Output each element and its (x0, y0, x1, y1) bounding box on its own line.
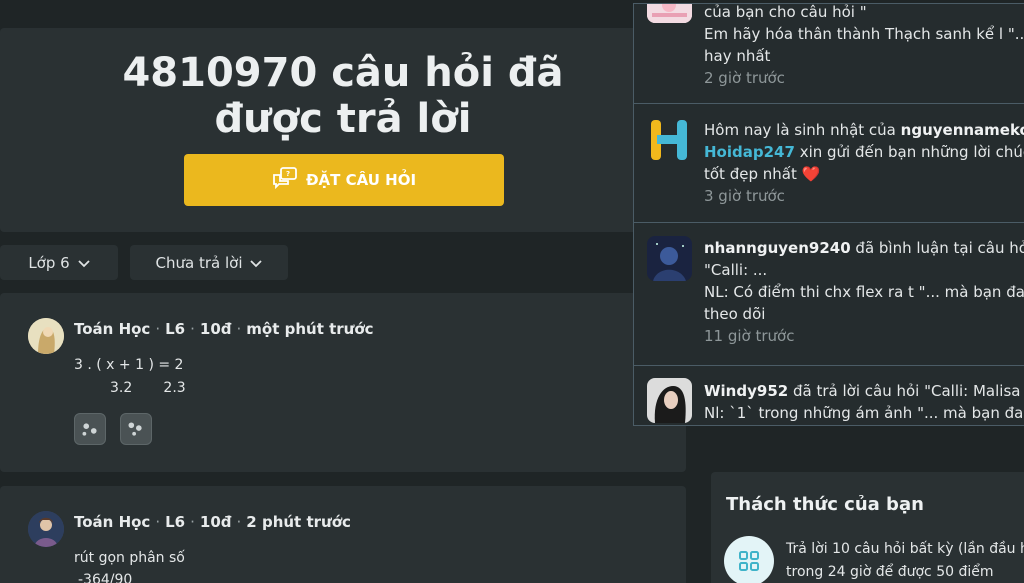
notification-item[interactable]: của bạn cho câu hỏi " Em hãy hóa thân th… (634, 3, 1024, 104)
question-text-line-2[interactable]: -364/90 (78, 572, 132, 583)
answered-count-heading: 4810970 câu hỏi đã được trả lời (0, 50, 686, 142)
notification-text: Hôm nay là sinh nhật của nguyennameko, H… (704, 119, 1024, 207)
challenge-widget: Thách thức của bạn Trả lời 10 câu hỏi bấ… (711, 472, 1024, 583)
notification-time: 11 giờ trước (704, 327, 795, 345)
question-meta: Toán Học · L6 · 10đ · một phút trước (74, 320, 374, 338)
grade-filter-label: Lớp 6 (28, 253, 70, 272)
challenge-description: Trả lời 10 câu hỏi bất kỳ (lần đầu h tro… (786, 538, 1024, 583)
brand-link[interactable]: Hoidap247 (704, 143, 795, 161)
separator-dot: · (236, 513, 242, 531)
notification-text: Windy952 đã trả lời câu hỏi "Calli: Mali… (704, 380, 1024, 424)
notification-line: Em hãy hóa thân thành Thạch sanh kể l ".… (704, 25, 1024, 43)
challenge-title: Thách thức của bạn (726, 494, 924, 515)
notification-line: "Calli: ... (704, 261, 768, 279)
separator-dot: · (236, 320, 242, 338)
heading-line-2: được trả lời (214, 96, 472, 142)
notification-text: nhannguyen9240 đã bình luận tại câu hỏi … (704, 237, 1024, 347)
notification-panel[interactable]: của bạn cho câu hỏi " Em hãy hóa thân th… (633, 3, 1024, 426)
status-filter-dropdown[interactable]: Chưa trả lời (130, 245, 288, 280)
username[interactable]: Windy952 (704, 382, 788, 400)
challenge-line-2: trong 24 giờ để được 50 điểm (786, 564, 994, 580)
heading-line-1: 4810970 câu hỏi đã (122, 50, 564, 96)
grid-icon (724, 536, 774, 583)
heart-icon: ❤️ (801, 165, 821, 183)
avatar (647, 378, 692, 423)
question-text-line-1[interactable]: rút gọn phân số (74, 550, 185, 566)
question-card[interactable]: Toán Học · L6 · 10đ · 2 phút trước rút gọn phâ… (0, 486, 686, 583)
points-label: 10đ (199, 513, 232, 531)
subject-label[interactable]: Toán Học (74, 513, 150, 531)
notification-item[interactable]: Hôm nay là sinh nhật của nguyennameko, H… (634, 104, 1024, 223)
notification-line: Hôm nay là sinh nhật của (704, 121, 896, 139)
notification-line: Nl: `1` trong những ám ảnh "... mà bạn đ… (704, 404, 1024, 422)
notification-item[interactable]: nhannguyen9240 đã bình luận tại câu hỏi … (634, 223, 1024, 366)
question-text-line-1[interactable]: 3 . ( x + 1 ) = 2 (74, 357, 183, 373)
ask-question-button[interactable]: ? ĐẶT CÂU HỎI (184, 154, 504, 206)
chevron-down-icon (250, 254, 263, 272)
grade-label: L6 (165, 320, 186, 338)
notification-line: tốt đẹp nhất (704, 165, 797, 183)
avatar (647, 236, 692, 281)
ask-question-label: ĐẶT CÂU HỎI (305, 171, 417, 189)
notification-line: của bạn cho câu hỏi " (704, 3, 867, 21)
notification-time: 3 giờ trước (704, 187, 785, 205)
separator-dot: · (155, 320, 161, 338)
chevron-down-icon (78, 254, 90, 272)
points-label: 10đ (199, 320, 232, 338)
avatar[interactable] (28, 318, 64, 354)
question-card[interactable]: Toán Học · L6 · 10đ · một phút trước 3 . ( x +… (0, 293, 686, 472)
time-label: 2 phút trước (246, 513, 351, 531)
time-label: một phút trước (246, 320, 374, 338)
notification-line: NL: Có điểm thi chx flex ra t "... mà bạ… (704, 283, 1024, 301)
separator-dot: · (155, 513, 161, 531)
question-meta: Toán Học · L6 · 10đ · 2 phút trước (74, 513, 351, 531)
avatar (647, 4, 692, 23)
chat-bubble-icon: ? (272, 166, 298, 194)
notification-text: của bạn cho câu hỏi " Em hãy hóa thân th… (704, 3, 1024, 89)
notification-line: theo dõi (704, 305, 766, 323)
hero-banner: 4810970 câu hỏi đã được trả lời ? ĐẶT CÂ… (0, 28, 686, 232)
grade-label: L6 (165, 513, 186, 531)
username[interactable]: nhannguyen9240 (704, 239, 851, 257)
notification-line: đã bình luận tại câu hỏi (855, 239, 1024, 257)
notification-item[interactable]: Windy952 đã trả lời câu hỏi "Calli: Mali… (634, 366, 1024, 425)
notification-line: hay nhất (704, 47, 771, 65)
status-filter-label: Chưa trả lời (155, 253, 243, 272)
separator-dot: · (190, 320, 195, 338)
notification-line: đã trả lời câu hỏi "Calli: Malisa (792, 382, 1021, 400)
notification-line: xin gửi đến bạn những lời chúc (799, 143, 1024, 161)
attachment-thumbnail[interactable] (120, 413, 152, 445)
separator-dot: · (190, 513, 195, 531)
attachment-thumbnail[interactable] (74, 413, 106, 445)
subject-label[interactable]: Toán Học (74, 320, 150, 338)
grade-filter-dropdown[interactable]: Lớp 6 (0, 245, 118, 280)
avatar[interactable] (28, 511, 64, 547)
hoidap247-logo-icon (647, 118, 692, 162)
notification-time: 2 giờ trước (704, 69, 785, 87)
question-text-line-2[interactable]: 3.2 2.3 (110, 380, 186, 396)
svg-text:?: ? (286, 170, 290, 178)
username[interactable]: nguyennameko (901, 121, 1024, 139)
challenge-line-1: Trả lời 10 câu hỏi bất kỳ (lần đầu h (786, 541, 1024, 557)
